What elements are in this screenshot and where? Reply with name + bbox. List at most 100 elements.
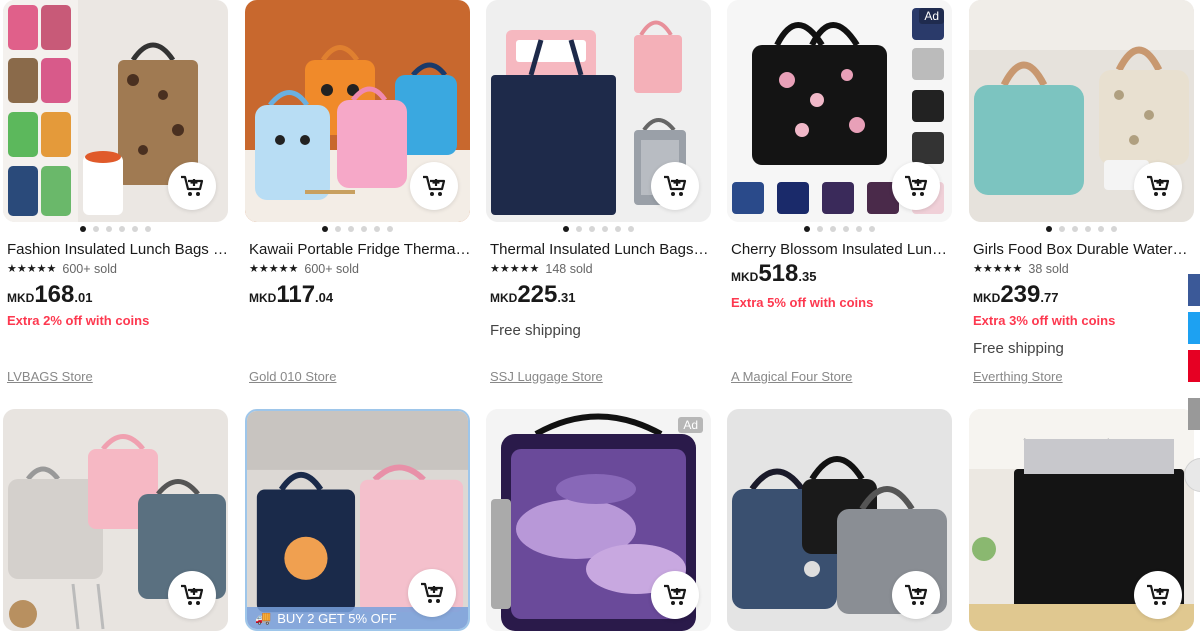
product-card[interactable] bbox=[727, 409, 953, 631]
add-to-cart-icon bbox=[905, 175, 928, 196]
price-decimal: .01 bbox=[74, 290, 93, 305]
star-icon: ★ bbox=[1002, 263, 1013, 275]
store-link[interactable]: A Magical Four Store bbox=[731, 369, 852, 384]
product-image[interactable] bbox=[3, 0, 228, 222]
carousel-dot[interactable] bbox=[80, 226, 86, 232]
carousel-dot[interactable] bbox=[1111, 226, 1117, 232]
add-to-cart-button[interactable] bbox=[651, 571, 699, 619]
store-link[interactable]: Everthing Store bbox=[973, 369, 1063, 384]
add-to-cart-button[interactable] bbox=[1134, 162, 1182, 210]
product-card[interactable]: Thermal Insulated Lunch Bags for Women ★… bbox=[486, 0, 712, 384]
twitter-share-icon[interactable] bbox=[1188, 312, 1200, 344]
carousel-dot[interactable] bbox=[374, 226, 380, 232]
product-image[interactable] bbox=[486, 0, 711, 222]
product-image[interactable] bbox=[969, 409, 1194, 631]
carousel-dot[interactable] bbox=[132, 226, 138, 232]
image-carousel-dots[interactable] bbox=[245, 226, 470, 234]
carousel-dot[interactable] bbox=[628, 226, 634, 232]
carousel-dot[interactable] bbox=[93, 226, 99, 232]
add-to-cart-button[interactable] bbox=[651, 162, 699, 210]
carousel-dot[interactable] bbox=[869, 226, 875, 232]
product-image[interactable] bbox=[969, 0, 1194, 222]
star-icon: ★ bbox=[258, 263, 269, 275]
product-card[interactable]: Ad Cherry Blossom Insulated Lunch Bag MK… bbox=[727, 0, 953, 384]
product-image[interactable]: 🚚 BUY 2 GET 5% OFF bbox=[245, 409, 470, 631]
store-link[interactable]: SSJ Luggage Store bbox=[490, 369, 603, 384]
coins-discount: Extra 2% off with coins bbox=[7, 313, 150, 328]
more-share-icon[interactable] bbox=[1188, 398, 1200, 430]
image-carousel-dots[interactable] bbox=[969, 226, 1194, 234]
product-card[interactable] bbox=[3, 409, 229, 631]
product-card[interactable]: 🚚 BUY 2 GET 5% OFF bbox=[245, 409, 471, 631]
product-image[interactable] bbox=[245, 0, 470, 222]
carousel-dot[interactable] bbox=[1046, 226, 1052, 232]
star-icon: ★ bbox=[509, 263, 520, 275]
carousel-dot[interactable] bbox=[589, 226, 595, 232]
sold-count: 600+ sold bbox=[62, 262, 117, 276]
carousel-dot[interactable] bbox=[1098, 226, 1104, 232]
star-icon: ★ bbox=[992, 263, 1003, 275]
carousel-dot[interactable] bbox=[856, 226, 862, 232]
carousel-dot[interactable] bbox=[322, 226, 328, 232]
carousel-dot[interactable] bbox=[843, 226, 849, 232]
carousel-dot[interactable] bbox=[804, 226, 810, 232]
carousel-dot[interactable] bbox=[145, 226, 151, 232]
star-rating: ★ ★ ★ ★ ★ bbox=[490, 263, 539, 275]
star-icon: ★ bbox=[36, 263, 47, 275]
carousel-dot[interactable] bbox=[348, 226, 354, 232]
product-image[interactable]: Ad bbox=[486, 409, 711, 631]
product-title[interactable]: Cherry Blossom Insulated Lunch Bag bbox=[731, 240, 953, 260]
carousel-dot[interactable] bbox=[615, 226, 621, 232]
carousel-dot[interactable] bbox=[106, 226, 112, 232]
product-card[interactable] bbox=[969, 409, 1195, 631]
product-title[interactable]: Girls Food Box Durable Waterproof bbox=[973, 240, 1195, 260]
product-image[interactable] bbox=[727, 409, 952, 631]
image-carousel-dots[interactable] bbox=[486, 226, 711, 234]
carousel-dot[interactable] bbox=[1059, 226, 1065, 232]
carousel-dot[interactable] bbox=[335, 226, 341, 232]
store-link[interactable]: Gold 010 Store bbox=[249, 369, 336, 384]
coins-discount: Extra 5% off with coins bbox=[731, 295, 874, 310]
add-to-cart-button[interactable] bbox=[1134, 571, 1182, 619]
product-price: MKD 239.77 bbox=[973, 281, 1058, 309]
image-carousel-dots[interactable] bbox=[3, 226, 228, 234]
carousel-dot[interactable] bbox=[387, 226, 393, 232]
product-image[interactable] bbox=[3, 409, 228, 631]
image-carousel-dots[interactable] bbox=[727, 226, 952, 234]
add-to-cart-icon bbox=[664, 584, 687, 605]
product-card[interactable]: Girls Food Box Durable Waterproof ★ ★ ★ ★ ★ … bbox=[969, 0, 1195, 384]
carousel-dot[interactable] bbox=[1085, 226, 1091, 232]
add-to-cart-button[interactable] bbox=[168, 571, 216, 619]
carousel-dot[interactable] bbox=[563, 226, 569, 232]
add-to-cart-button[interactable] bbox=[408, 569, 456, 617]
carousel-dot[interactable] bbox=[119, 226, 125, 232]
product-title[interactable]: Fashion Insulated Lunch Bags For Women W… bbox=[7, 240, 229, 260]
price-decimal: .35 bbox=[798, 269, 817, 284]
carousel-dot[interactable] bbox=[817, 226, 823, 232]
carousel-dot[interactable] bbox=[602, 226, 608, 232]
product-card[interactable]: Fashion Insulated Lunch Bags For Women W… bbox=[3, 0, 229, 384]
pinterest-share-icon[interactable] bbox=[1188, 350, 1200, 382]
add-to-cart-button[interactable] bbox=[168, 162, 216, 210]
carousel-dot[interactable] bbox=[830, 226, 836, 232]
product-card[interactable]: Kawaii Portable Fridge Thermal Bag Kids … bbox=[245, 0, 471, 384]
add-to-cart-icon bbox=[421, 582, 444, 603]
star-rating: ★ ★ ★ ★ ★ bbox=[7, 263, 56, 275]
facebook-share-icon[interactable] bbox=[1188, 274, 1200, 306]
add-to-cart-button[interactable] bbox=[410, 162, 458, 210]
price-integer: 239 bbox=[1000, 281, 1041, 308]
product-image[interactable]: Ad bbox=[727, 0, 952, 222]
add-to-cart-button[interactable] bbox=[892, 571, 940, 619]
add-to-cart-button[interactable] bbox=[892, 162, 940, 210]
carousel-dot[interactable] bbox=[361, 226, 367, 232]
add-to-cart-icon bbox=[423, 175, 446, 196]
product-card[interactable]: Ad bbox=[486, 409, 712, 631]
product-title[interactable]: Kawaii Portable Fridge Thermal Bag Kids bbox=[249, 240, 471, 260]
free-shipping-label: Free shipping bbox=[973, 340, 1064, 357]
product-title[interactable]: Thermal Insulated Lunch Bags for Women bbox=[490, 240, 712, 260]
store-link[interactable]: LVBAGS Store bbox=[7, 369, 93, 384]
price-decimal: .04 bbox=[315, 290, 334, 305]
product-rating: ★ ★ ★ ★ ★ 148 sold bbox=[490, 262, 593, 276]
carousel-dot[interactable] bbox=[576, 226, 582, 232]
carousel-dot[interactable] bbox=[1072, 226, 1078, 232]
